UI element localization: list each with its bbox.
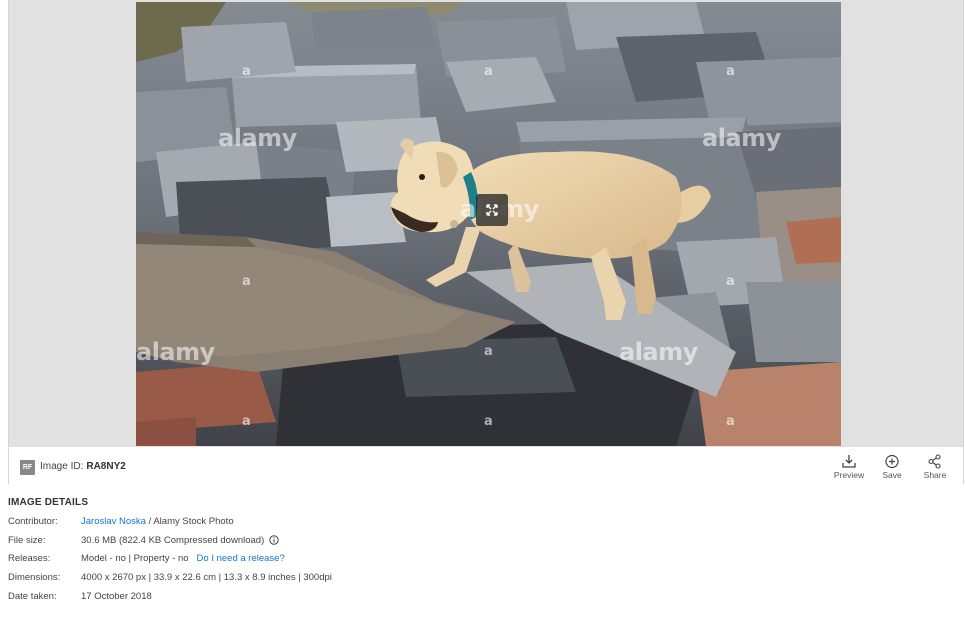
info-icon[interactable] (269, 534, 279, 550)
share-icon (928, 454, 941, 469)
contributor-suffix: / Alamy Stock Photo (145, 516, 234, 527)
contributor-value: Jaroslav Noska / Alamy Stock Photo (81, 515, 234, 529)
contributor-label: Contributor: (8, 516, 58, 527)
dimensions-value: 4000 x 2670 px | 33.9 x 22.6 cm | 13.3 x… (81, 572, 332, 584)
watermark-mark: a (484, 64, 493, 79)
date-taken-label: Date taken: (8, 590, 57, 602)
expand-icon (486, 204, 498, 216)
watermark-mark: a (726, 274, 735, 289)
share-button[interactable]: Share (917, 454, 953, 480)
preview-download-icon (842, 455, 856, 468)
image-id: Image ID: RA8NY2 (40, 460, 126, 474)
filesize-row: File size: 30.6 MB (822.4 KB Compressed … (8, 534, 708, 553)
plus-circle-icon (885, 454, 899, 469)
preview-label: Preview (833, 470, 865, 480)
watermark-text: alamy (619, 338, 698, 366)
image-id-label: Image ID: (40, 461, 84, 472)
rf-badge: RF (20, 460, 35, 475)
filesize-label: File size: (8, 534, 46, 546)
contributor-link[interactable]: Jaroslav Noska (81, 516, 146, 527)
watermark-mark: a (726, 64, 735, 79)
watermark-mark: a (242, 274, 251, 289)
watermark-mark: a (726, 414, 735, 429)
releases-value: Model - no | Property - no (81, 553, 189, 565)
release-help-link[interactable]: Do I need a release? (197, 553, 285, 564)
details-heading: IMAGE DETAILS (8, 497, 89, 508)
filesize-value-wrap: 30.6 MB (822.4 KB Compressed download) (81, 534, 279, 550)
watermark-text: alamy (136, 338, 215, 366)
contributor-row: Contributor: Jaroslav Noska / Alamy Stoc… (8, 515, 708, 534)
watermark-mark: a (484, 344, 493, 359)
share-label: Share (923, 470, 947, 480)
watermark-text: alamy (218, 124, 297, 152)
save-button[interactable]: Save (874, 454, 910, 480)
image-details: IMAGE DETAILS Contributor: Jaroslav Nosk… (8, 497, 708, 608)
image-stage: alamy alamy alamy alamy alamy a a a a a … (9, 0, 963, 446)
releases-value-wrap: Model - no | Property - no Do I need a re… (81, 552, 285, 566)
dimensions-label: Dimensions: (8, 572, 61, 584)
preview-button[interactable]: Preview (831, 454, 867, 480)
watermark-mark: a (242, 64, 251, 79)
expand-button[interactable] (476, 194, 508, 226)
date-taken-row: Date taken: 17 October 2018 (8, 590, 708, 609)
stock-photo[interactable]: alamy alamy alamy alamy alamy a a a a a … (136, 2, 841, 446)
date-taken-value: 17 October 2018 (81, 590, 152, 602)
watermark-mark: a (484, 414, 493, 429)
image-viewer: alamy alamy alamy alamy alamy a a a a a … (8, 0, 964, 484)
watermark-text: alamy (702, 124, 781, 152)
image-id-value: RA8NY2 (86, 461, 126, 472)
filesize-value: 30.6 MB (822.4 KB Compressed download) (81, 534, 265, 546)
releases-row: Releases: Model - no | Property - no Do I… (8, 552, 708, 571)
watermark-mark: a (242, 414, 251, 429)
releases-label: Releases: (8, 553, 51, 565)
dimensions-row: Dimensions: 4000 x 2670 px | 33.9 x 22.6… (8, 571, 708, 590)
save-label: Save (882, 470, 902, 480)
image-toolbar: RF Image ID: RA8NY2 Preview Save Share (9, 446, 963, 484)
